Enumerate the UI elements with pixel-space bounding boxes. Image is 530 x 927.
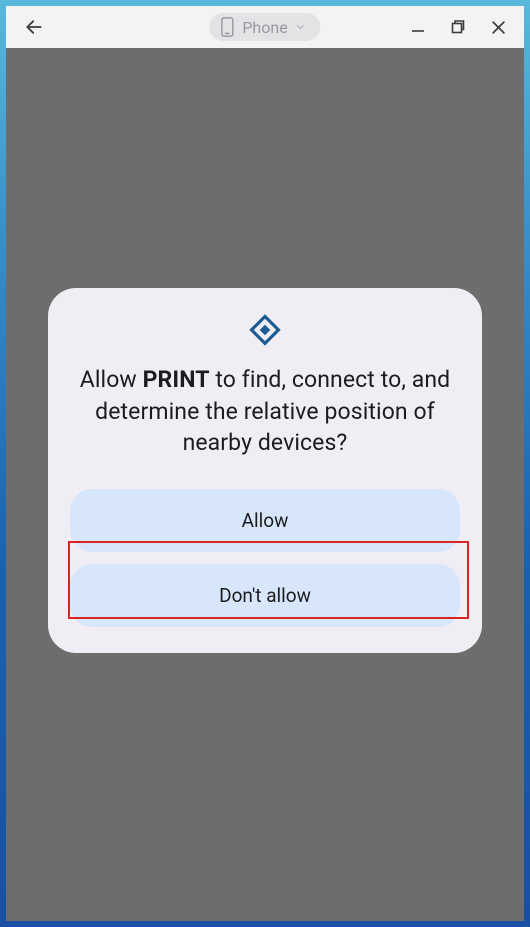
back-button[interactable] [16,9,52,45]
close-icon [491,20,506,35]
close-button[interactable] [480,9,516,45]
chevron-down-icon [295,21,307,33]
permission-buttons: Allow Don't allow [70,489,460,627]
minimize-icon [411,20,425,34]
device-selector[interactable]: Phone [209,13,320,41]
maximize-button[interactable] [440,9,476,45]
titlebar: Phone [6,6,524,48]
minimize-button[interactable] [400,9,436,45]
app-screen: Allow PRINT to find, connect to, and det… [6,48,524,921]
nearby-devices-icon [70,314,460,346]
permission-dialog: Allow PRINT to find, connect to, and det… [48,288,482,653]
window-controls [400,9,516,45]
permission-text-prefix: Allow [80,366,143,393]
arrow-left-icon [24,17,44,37]
permission-message: Allow PRINT to find, connect to, and det… [70,364,460,459]
deny-button[interactable]: Don't allow [70,564,460,627]
phone-icon [219,17,235,37]
permission-app-name: PRINT [143,366,210,393]
allow-button[interactable]: Allow [70,489,460,552]
maximize-icon [451,20,465,34]
device-label: Phone [242,18,287,37]
emulator-window: Phone [6,6,524,921]
